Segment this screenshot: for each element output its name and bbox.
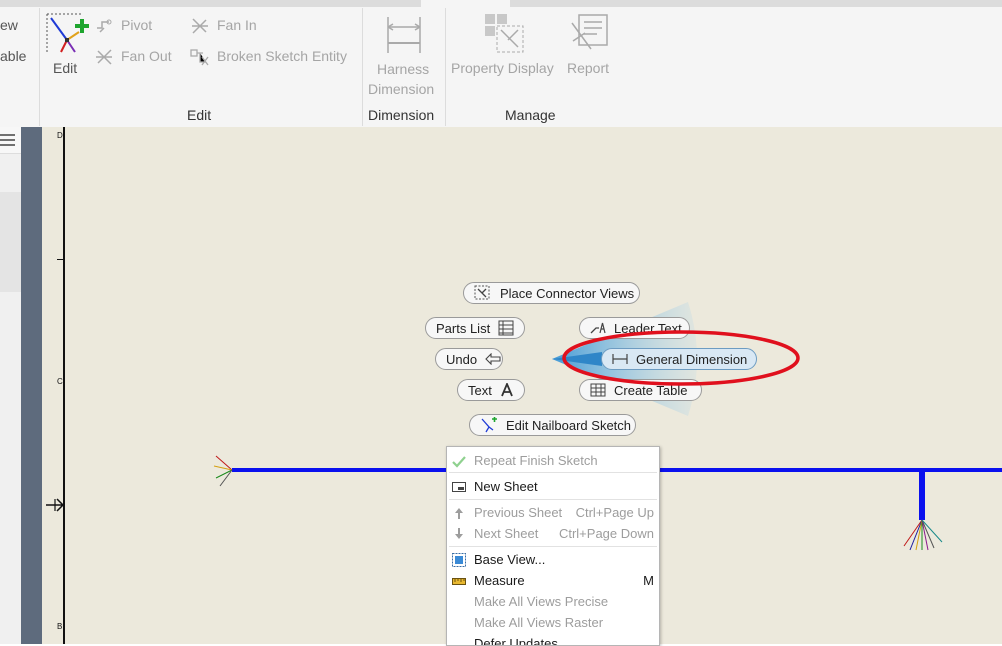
menu-item-make-all-views-precise[interactable]: Make All Views Precise (447, 591, 659, 612)
menu-icon[interactable] (0, 133, 16, 150)
text-icon (501, 383, 513, 397)
ribbon-partial-label-1[interactable]: ew (0, 17, 18, 33)
zone-label-b: B (57, 622, 63, 631)
right-fan-wires (903, 519, 943, 551)
parts-list-button[interactable]: Parts List (425, 317, 525, 339)
report-button[interactable]: Report (565, 10, 619, 82)
menu-item-label: Repeat Finish Sketch (474, 453, 598, 468)
undo-label: Undo (446, 351, 478, 367)
harness-dimension-icon (384, 13, 424, 58)
left-fan-wires (213, 455, 233, 487)
parts-list-label: Parts List (436, 320, 491, 336)
context-menu: Repeat Finish Sketch New Sheet Previous … (446, 446, 660, 646)
place-connector-views-label: Place Connector Views (500, 285, 635, 301)
menu-item-label: Make All Views Raster (474, 615, 604, 630)
zone-label-d: D (57, 131, 63, 140)
fan-in-button[interactable]: Fan In (190, 15, 270, 37)
arrow-up-icon (455, 508, 463, 519)
ribbon-separator (39, 8, 40, 126)
harness-dimension-button[interactable]: Harness Dimension (366, 10, 442, 100)
report-label: Report (567, 60, 610, 76)
undo-icon (485, 353, 501, 365)
edit-button[interactable]: Edit (44, 10, 90, 80)
property-display-button[interactable]: Property Display (449, 10, 563, 82)
browser-selected-row[interactable] (0, 192, 21, 292)
check-icon (452, 456, 466, 468)
report-icon (569, 13, 613, 58)
edit-sketch-icon (45, 12, 89, 57)
menu-item-label: Previous Sheet (474, 505, 563, 520)
edit-group-title: Edit (187, 107, 212, 123)
property-display-label: Property Display (451, 60, 554, 76)
arrow-down-icon (455, 528, 463, 539)
menu-item-next-sheet[interactable]: Next Sheet Ctrl+Page Down (447, 523, 659, 544)
browser-panel-header (0, 127, 21, 154)
ribbon-tab-strip (0, 0, 1002, 7)
pivot-icon (94, 16, 114, 39)
property-display-icon (484, 13, 528, 58)
menu-item-label: New Sheet (474, 479, 538, 494)
menu-item-repeat-finish-sketch[interactable]: Repeat Finish Sketch (447, 450, 659, 471)
sheet-center-arrow-icon (46, 498, 65, 512)
menu-item-label: Base View... (474, 552, 546, 567)
fan-out-label: Fan Out (121, 48, 172, 64)
fan-out-icon (94, 47, 114, 70)
edit-nailboard-sketch-label: Edit Nailboard Sketch (506, 417, 632, 433)
menu-item-label: Measure (474, 573, 525, 588)
broken-sketch-entity-label: Broken Sketch Entity (217, 48, 347, 64)
menu-item-measure[interactable]: Measure M (447, 570, 659, 591)
base-view-icon (452, 553, 466, 567)
text-button[interactable]: Text (457, 379, 525, 401)
menu-item-make-all-views-raster[interactable]: Make All Views Raster (447, 612, 659, 633)
place-connector-views-icon (474, 285, 490, 300)
graphics-window-border (21, 127, 42, 644)
menu-item-shortcut: Ctrl+Page Down (558, 526, 654, 541)
edit-nailboard-sketch-icon (481, 417, 497, 433)
pivot-button[interactable]: Pivot (94, 15, 174, 37)
fan-out-button[interactable]: Fan Out (94, 46, 178, 68)
ribbon-partial-label-2[interactable]: able (0, 48, 26, 64)
sheet-border (63, 127, 65, 644)
zone-label-c: C (57, 377, 63, 386)
ribbon-separator (445, 8, 446, 126)
parts-list-icon (498, 320, 514, 336)
harness-dimension-label-line2: Dimension (368, 81, 435, 97)
highlight-ellipse (562, 330, 800, 386)
menu-item-label: Defer Updates (474, 636, 558, 646)
menu-item-shortcut: M (643, 573, 654, 588)
broken-sketch-entity-icon (190, 47, 210, 70)
browser-panel (0, 127, 21, 644)
text-label: Text (468, 382, 492, 398)
pivot-label: Pivot (121, 17, 153, 33)
menu-item-label: Next Sheet (474, 526, 539, 541)
measure-icon (452, 578, 466, 585)
fan-in-label: Fan In (217, 17, 257, 33)
menu-item-new-sheet[interactable]: New Sheet (447, 476, 659, 497)
ribbon-separator (362, 8, 363, 126)
ribbon: ew able Edit Pivot Fan Out Fan In Broken… (0, 0, 1002, 128)
menu-item-label: Make All Views Precise (474, 594, 609, 609)
menu-item-base-view[interactable]: Base View... (447, 549, 659, 570)
manage-group-title: Manage (505, 107, 556, 123)
new-sheet-icon (452, 482, 466, 492)
menu-item-defer-updates[interactable]: Defer Updates (447, 633, 659, 646)
menu-item-shortcut: Ctrl+Page Up (575, 505, 654, 520)
menu-separator (449, 546, 657, 547)
zone-tick (57, 259, 64, 260)
undo-button[interactable]: Undo (435, 348, 503, 370)
menu-separator (449, 472, 657, 473)
menu-item-previous-sheet[interactable]: Previous Sheet Ctrl+Page Up (447, 502, 659, 523)
broken-sketch-entity-button[interactable]: Broken Sketch Entity (190, 46, 355, 68)
fan-in-icon (190, 16, 210, 39)
place-connector-views-button[interactable]: Place Connector Views (463, 282, 640, 304)
edit-label: Edit (53, 60, 78, 76)
menu-separator (449, 499, 657, 500)
harness-dimension-label-line1: Harness (377, 61, 430, 77)
edit-nailboard-sketch-button[interactable]: Edit Nailboard Sketch (469, 414, 636, 436)
dimension-group-title: Dimension (368, 107, 435, 123)
